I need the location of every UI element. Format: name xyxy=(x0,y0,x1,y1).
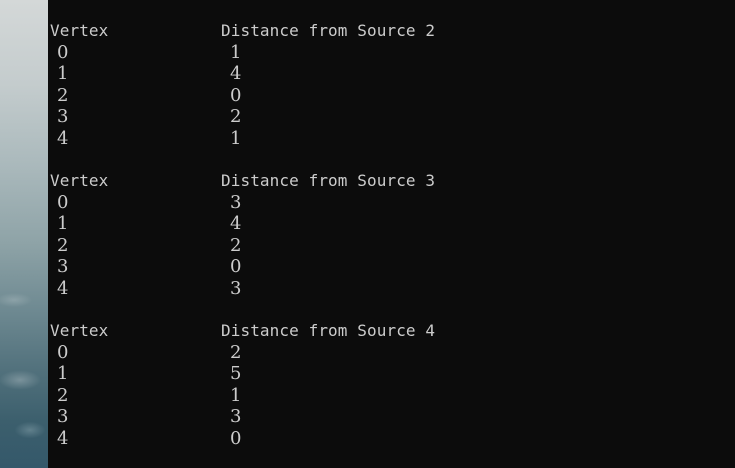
vertex-cell: 3 xyxy=(57,106,69,127)
table-row: 4 1 xyxy=(50,128,710,150)
table-header: Vertex Distance from Source 3 xyxy=(50,170,710,192)
vertex-cell: 2 xyxy=(57,384,69,406)
screen: Vertex Distance from Source 2 0 1 1 4 2 … xyxy=(0,0,735,468)
distance-cell: 3 xyxy=(230,406,242,427)
distance-cell: 0 xyxy=(230,256,242,277)
vertex-cell: 3 xyxy=(57,256,69,277)
vertex-cell: 1 xyxy=(57,363,69,384)
table-row: 1 4 xyxy=(50,63,710,85)
vertex-cell: 4 xyxy=(57,427,69,449)
table-row: 4 0 xyxy=(50,428,710,450)
table-row: 3 2 xyxy=(50,106,710,128)
distance-cell: 0 xyxy=(230,427,242,449)
table-row: 2 0 xyxy=(50,85,710,107)
table-row: 0 1 xyxy=(50,42,710,64)
console-output: Vertex Distance from Source 2 0 1 1 4 2 … xyxy=(50,20,710,468)
vertex-cell: 3 xyxy=(57,406,69,427)
distance-cell: 2 xyxy=(230,341,242,363)
table-row: 4 3 xyxy=(50,278,710,300)
distance-cell: 1 xyxy=(230,41,242,63)
vertex-column-header: Vertex xyxy=(50,321,109,340)
result-block: Vertex Distance from Source 4 0 2 1 5 2 … xyxy=(50,320,710,449)
distance-cell: 3 xyxy=(230,191,242,213)
distance-cell: 4 xyxy=(230,63,242,84)
table-header: Vertex Distance from Source 2 xyxy=(50,20,710,42)
vertex-cell: 1 xyxy=(57,63,69,84)
vertex-cell: 4 xyxy=(57,277,69,299)
table-row: 3 3 xyxy=(50,406,710,428)
table-row: 1 5 xyxy=(50,363,710,385)
vertex-cell: 4 xyxy=(57,127,69,149)
table-header: Vertex Distance from Source 4 xyxy=(50,320,710,342)
desktop-wallpaper xyxy=(0,0,48,468)
distance-column-header: Distance from Source 2 xyxy=(221,21,436,40)
distance-column-header: Distance from Source 4 xyxy=(221,321,436,340)
table-row: 2 2 xyxy=(50,235,710,257)
vertex-column-header: Vertex xyxy=(50,171,109,190)
vertex-cell: 2 xyxy=(57,234,69,256)
distance-column-header: Distance from Source 3 xyxy=(221,171,436,190)
distance-cell: 2 xyxy=(230,234,242,256)
vertex-cell: 0 xyxy=(57,41,69,63)
distance-cell: 5 xyxy=(230,363,242,384)
vertex-cell: 2 xyxy=(57,84,69,106)
table-row: 2 1 xyxy=(50,385,710,407)
result-block: Vertex Distance from Source 3 0 3 1 4 2 … xyxy=(50,170,710,299)
distance-cell: 2 xyxy=(230,106,242,127)
table-row: 3 0 xyxy=(50,256,710,278)
distance-cell: 0 xyxy=(230,84,242,106)
vertex-cell: 0 xyxy=(57,191,69,213)
table-row: 0 2 xyxy=(50,342,710,364)
vertex-cell: 1 xyxy=(57,213,69,234)
distance-cell: 1 xyxy=(230,127,242,149)
result-block: Vertex Distance from Source 2 0 1 1 4 2 … xyxy=(50,20,710,149)
table-row: 0 3 xyxy=(50,192,710,214)
vertex-column-header: Vertex xyxy=(50,21,109,40)
distance-cell: 4 xyxy=(230,213,242,234)
distance-cell: 1 xyxy=(230,384,242,406)
console-window[interactable]: Vertex Distance from Source 2 0 1 1 4 2 … xyxy=(48,0,735,468)
table-row: 1 4 xyxy=(50,213,710,235)
distance-cell: 3 xyxy=(230,277,242,299)
vertex-cell: 0 xyxy=(57,341,69,363)
